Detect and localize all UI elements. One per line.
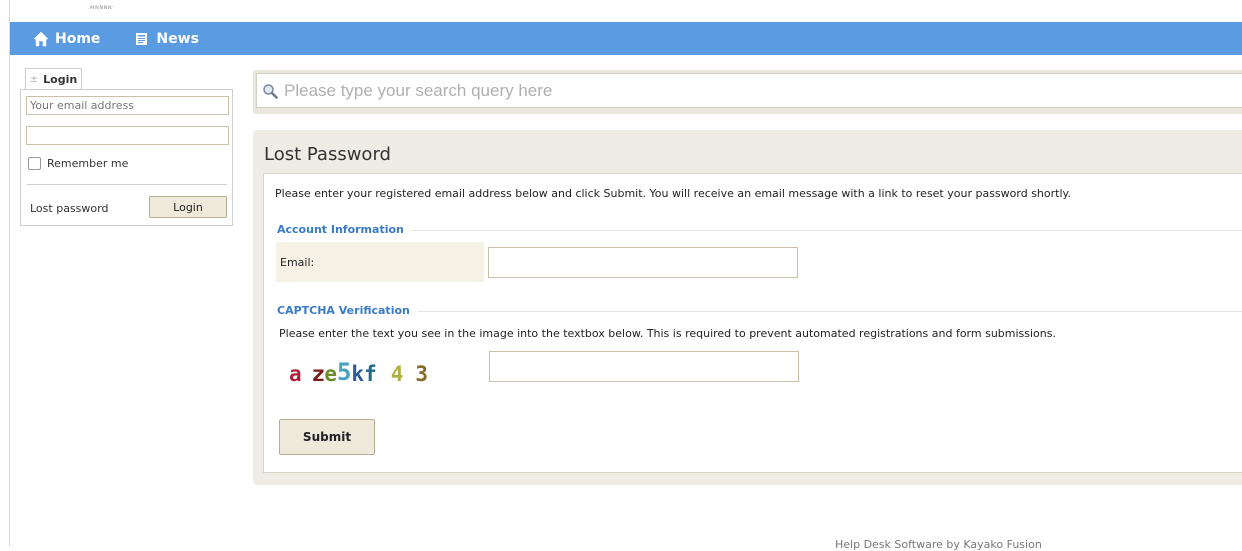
captcha-char: e bbox=[324, 362, 337, 386]
section-divider bbox=[412, 230, 1242, 231]
captcha-section-title: CAPTCHA Verification bbox=[277, 304, 410, 317]
account-section-title: Account Information bbox=[277, 223, 404, 236]
email-input[interactable] bbox=[26, 96, 229, 115]
reset-email-field[interactable] bbox=[488, 247, 798, 278]
login-button[interactable]: Login bbox=[149, 196, 227, 218]
search-box bbox=[256, 73, 1242, 108]
lost-password-panel: Lost Password Please enter your register… bbox=[253, 130, 1242, 485]
email-label: Email: bbox=[280, 256, 315, 269]
password-input[interactable] bbox=[26, 126, 229, 145]
captcha-char: 3 bbox=[415, 362, 429, 386]
remember-me-label: Remember me bbox=[47, 157, 129, 170]
search-input[interactable] bbox=[284, 80, 1184, 101]
intro-text: Please enter your registered email addre… bbox=[275, 187, 1071, 200]
captcha-instructions: Please enter the text you see in the ima… bbox=[279, 327, 1056, 340]
nav-news[interactable]: News bbox=[134, 30, 199, 47]
lost-password-link[interactable]: Lost password bbox=[30, 202, 108, 215]
email-label-cell: Email: bbox=[276, 242, 484, 282]
user-icon: ± bbox=[29, 74, 39, 85]
captcha-input[interactable] bbox=[489, 351, 799, 382]
top-nav-bar: Home News bbox=[10, 22, 1242, 55]
captcha-char: f bbox=[364, 362, 377, 386]
login-tab[interactable]: ± Login bbox=[25, 68, 82, 90]
captcha-char: k bbox=[351, 362, 365, 386]
captcha-char: 4 bbox=[390, 362, 404, 386]
login-panel: Remember me Lost password Login bbox=[20, 89, 233, 226]
captcha-image: a z e 5 k f 4 3 bbox=[289, 358, 469, 386]
nav-home-label: Home bbox=[55, 30, 101, 47]
captcha-char: a bbox=[289, 362, 302, 386]
form-body: Please enter your registered email addre… bbox=[263, 173, 1242, 473]
captcha-char: 5 bbox=[336, 358, 352, 386]
brand-logo-text: ᴍɴɴɴɴ· bbox=[90, 4, 115, 11]
captcha-char: z bbox=[311, 362, 325, 386]
nav-home[interactable]: Home bbox=[33, 31, 100, 47]
search-bar bbox=[253, 70, 1242, 114]
news-icon bbox=[136, 32, 148, 45]
submit-button[interactable]: Submit bbox=[279, 419, 375, 455]
page-title: Lost Password bbox=[264, 144, 391, 165]
section-divider bbox=[418, 311, 1242, 312]
remember-me-checkbox[interactable] bbox=[28, 157, 41, 170]
home-icon bbox=[33, 31, 49, 46]
search-icon bbox=[263, 83, 278, 99]
divider bbox=[27, 184, 227, 185]
footer-credit[interactable]: Help Desk Software by Kayako Fusion bbox=[835, 538, 1042, 551]
login-tab-label: Login bbox=[43, 73, 78, 86]
remember-me-row: Remember me bbox=[28, 157, 128, 170]
page-left-border bbox=[9, 0, 10, 546]
nav-news-label: News bbox=[156, 30, 199, 47]
